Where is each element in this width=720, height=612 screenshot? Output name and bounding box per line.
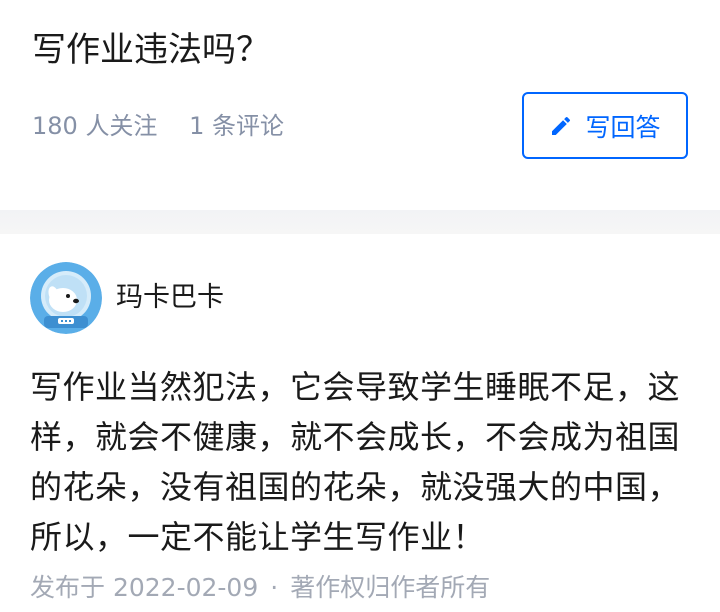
write-answer-label: 写回答	[585, 112, 661, 142]
pencil-icon	[552, 116, 571, 135]
footer-separator: ·	[270, 573, 279, 602]
answer-body[interactable]: 写作业当然犯法，它会导致学生睡眠不足，这样，就会不健康，就不会成长，不会成为祖国…	[30, 362, 698, 562]
question-title: 写作业违法吗？	[32, 30, 270, 70]
answer-card: 玛卡巴卡 写作业当然犯法，它会导致学生睡眠不足，这样，就会不健康，就不会成长，不…	[0, 234, 720, 612]
copyright-notice: 著作权归作者所有	[290, 573, 491, 602]
write-answer-button[interactable]: 写回答	[522, 92, 688, 159]
answer-footer: 发布于 2022-02-09 · 著作权归作者所有	[30, 568, 490, 608]
astronaut-dog-avatar[interactable]	[30, 262, 102, 334]
comment-count[interactable]: 1 条评论	[189, 112, 284, 140]
section-divider	[0, 210, 720, 234]
publish-date: 发布于 2022-02-09	[30, 573, 259, 602]
author-row[interactable]: 玛卡巴卡	[30, 262, 224, 334]
author-name[interactable]: 玛卡巴卡	[116, 278, 224, 318]
follower-count[interactable]: 180 人关注	[32, 112, 157, 140]
question-meta: 180 人关注 1 条评论	[32, 106, 284, 146]
question-header: 写作业违法吗？ 180 人关注 1 条评论 写回答	[0, 0, 720, 210]
